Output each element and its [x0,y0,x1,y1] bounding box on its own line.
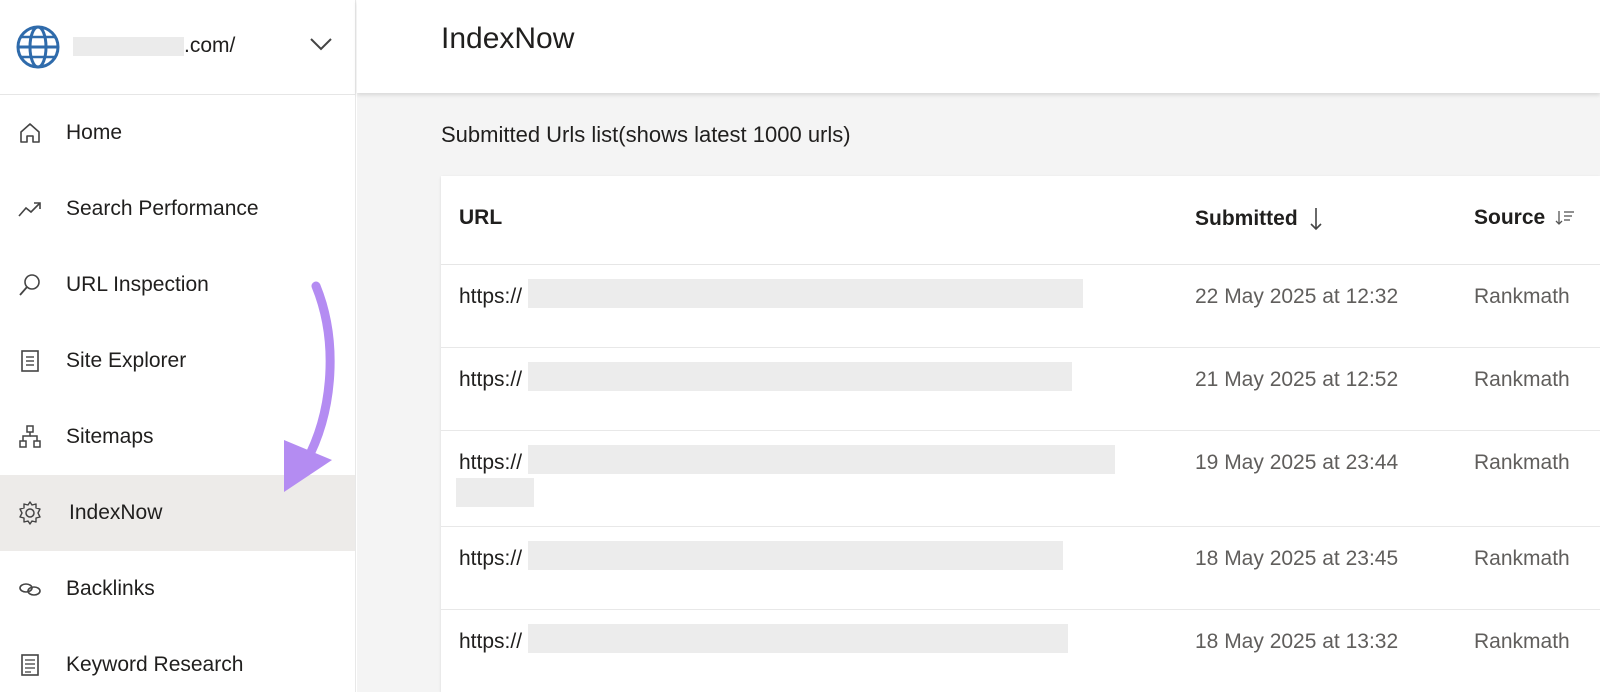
redacted-url [528,362,1072,391]
main-content: IndexNow Submitted Urls list(shows lates… [357,0,1600,692]
table-row[interactable]: https:// 21 May 2025 at 12:52 Rankmath [441,348,1600,431]
source-cell: Rankmath [1474,630,1570,653]
sidebar-item-label: Sitemaps [66,425,154,448]
url-cell[interactable]: https:// [459,630,522,654]
source-cell: Rankmath [1474,547,1570,570]
chevron-down-icon[interactable] [308,35,334,53]
submitted-cell: 22 May 2025 at 12:32 [1195,285,1399,308]
submitted-cell: 19 May 2025 at 23:44 [1195,451,1399,474]
table-row[interactable]: https:// 18 May 2025 at 13:32 Rankmath [441,610,1600,692]
page-title: IndexNow [441,22,575,55]
redacted-url [528,624,1068,653]
sidebar-item-label: Search Performance [66,197,259,220]
table-row[interactable]: https:// 18 May 2025 at 23:45 Rankmath [441,527,1600,610]
sidebar-item-site-explorer[interactable]: Site Explorer [0,323,355,399]
url-cell[interactable]: https:// [459,547,522,571]
table-header: URL Submitted Source [441,176,1600,265]
sidebar-item-label: URL Inspection [66,273,209,296]
column-header-url[interactable]: URL [459,206,502,230]
sidebar-item-label: IndexNow [69,501,163,524]
sidebar: .com/ Home Search Performance URL Inspec… [0,0,356,692]
source-cell: Rankmath [1474,285,1570,308]
redacted-url-continued [456,478,534,507]
home-icon [16,119,44,147]
redacted-url [528,279,1083,308]
submitted-urls-table: URL Submitted Source https:// 22 May 202… [441,176,1600,692]
list-icon [16,651,44,679]
site-domain-suffix: .com/ [184,34,236,57]
sort-descending-icon [1310,208,1322,231]
submitted-cell: 21 May 2025 at 12:52 [1195,368,1399,391]
table-row[interactable]: https:// 22 May 2025 at 12:32 Rankmath [441,265,1600,348]
column-header-submitted[interactable]: Submitted [1195,206,1324,232]
source-cell: Rankmath [1474,451,1570,474]
search-icon [16,271,44,299]
sidebar-item-backlinks[interactable]: Backlinks [0,551,355,627]
trend-icon [16,195,44,223]
sidebar-item-sitemaps[interactable]: Sitemaps [0,399,355,475]
sidebar-nav: Home Search Performance URL Inspection S… [0,95,355,692]
sidebar-item-home[interactable]: Home [0,95,355,171]
site-selector[interactable]: .com/ [0,0,355,95]
sidebar-item-indexnow[interactable]: IndexNow [0,475,355,551]
sidebar-item-label: Site Explorer [66,349,187,372]
redacted-url [528,445,1115,474]
sidebar-item-keyword-research[interactable]: Keyword Research [0,627,355,692]
globe-icon [16,25,60,69]
redacted-url [528,541,1063,570]
url-cell[interactable]: https:// [459,451,522,475]
sort-options-icon [1555,211,1575,225]
list-caption: Submitted Urls list(shows latest 1000 ur… [441,122,851,147]
source-cell: Rankmath [1474,368,1570,391]
sidebar-item-label: Keyword Research [66,653,244,676]
document-icon [16,347,44,375]
url-cell[interactable]: https:// [459,368,522,392]
url-cell[interactable]: https:// [459,285,522,309]
submitted-cell: 18 May 2025 at 13:32 [1195,630,1399,653]
sidebar-item-url-inspection[interactable]: URL Inspection [0,247,355,323]
link-icon [16,575,44,603]
sidebar-item-label: Home [66,121,123,144]
redacted-domain [73,37,184,56]
column-header-source[interactable]: Source [1474,206,1575,230]
submitted-cell: 18 May 2025 at 23:45 [1195,547,1399,570]
gear-icon [16,499,44,527]
sidebar-item-search-performance[interactable]: Search Performance [0,171,355,247]
page-header: IndexNow [357,0,1600,93]
sitemap-icon [16,423,44,451]
sidebar-item-label: Backlinks [66,577,155,600]
table-row[interactable]: https:// 19 May 2025 at 23:44 Rankmath [441,431,1600,527]
